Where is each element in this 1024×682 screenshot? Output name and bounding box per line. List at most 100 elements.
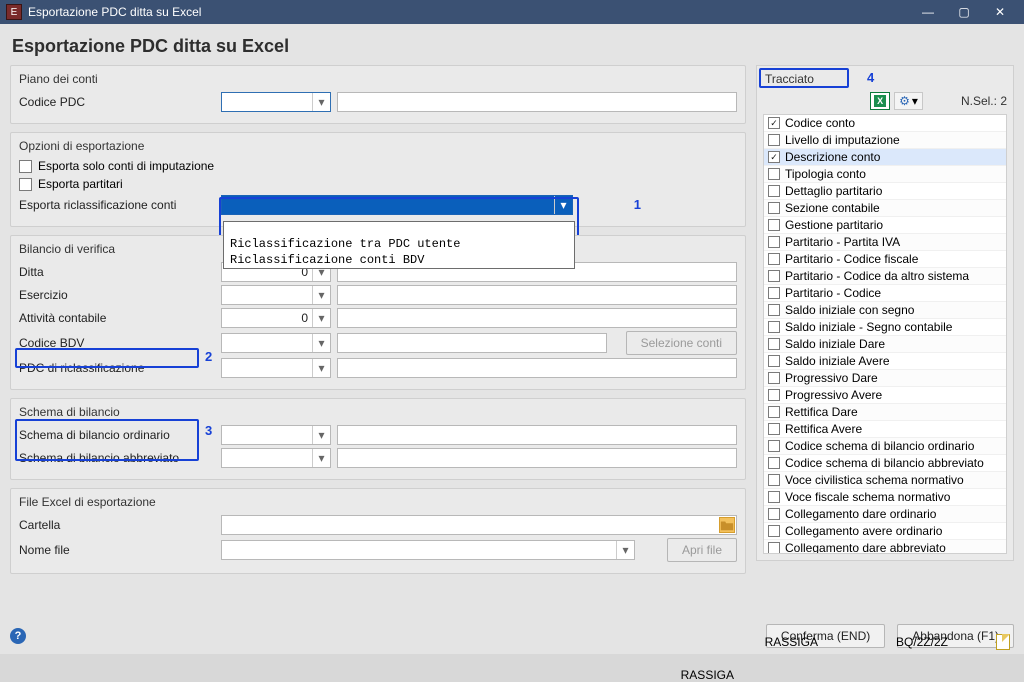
schema-abbr-combo[interactable]: ▾: [221, 448, 331, 468]
codice-pdc-desc[interactable]: [337, 92, 737, 112]
tracciato-item-label: Progressivo Avere: [785, 388, 882, 402]
pdc-riclass-desc[interactable]: [337, 358, 737, 378]
excel-icon[interactable]: X: [870, 92, 890, 110]
tracciato-item[interactable]: Progressivo Avere: [764, 387, 1006, 404]
pdc-riclass-combo[interactable]: ▾: [221, 358, 331, 378]
tracciato-item[interactable]: Tipologia conto: [764, 166, 1006, 183]
browse-folder-icon[interactable]: [719, 517, 735, 533]
document-icon[interactable]: [996, 634, 1010, 650]
tracciato-item[interactable]: ✓Descrizione conto: [764, 149, 1006, 166]
tracciato-item[interactable]: Collegamento avere ordinario: [764, 523, 1006, 540]
chevron-down-icon: ▾: [312, 334, 330, 352]
tracciato-list[interactable]: ✓Codice contoLivello di imputazione✓Desc…: [763, 114, 1007, 554]
codice-pdc-label: Codice PDC: [19, 95, 215, 109]
tracciato-config-button[interactable]: ⚙ ▾: [894, 92, 923, 110]
codice-bdv-combo[interactable]: ▾: [221, 333, 331, 353]
riclass-combo[interactable]: ▾: [221, 195, 573, 215]
checkbox-icon: [768, 491, 780, 503]
tracciato-item-label: Saldo iniziale - Segno contabile: [785, 320, 952, 334]
selezione-conti-button[interactable]: Selezione conti: [626, 331, 737, 355]
attivita-label: Attività contabile: [19, 311, 215, 325]
annotation-3: 3: [205, 423, 212, 438]
checkbox-icon: [768, 355, 780, 367]
tracciato-item[interactable]: Dettaglio partitario: [764, 183, 1006, 200]
tracciato-item-label: Codice schema di bilancio abbreviato: [785, 456, 984, 470]
tracciato-item-label: Dettaglio partitario: [785, 184, 882, 198]
tracciato-item[interactable]: Codice schema di bilancio abbreviato: [764, 455, 1006, 472]
tracciato-item-label: Partitario - Codice fiscale: [785, 252, 918, 266]
annotation-2: 2: [205, 349, 212, 364]
tracciato-item[interactable]: ✓Codice conto: [764, 115, 1006, 132]
codice-bdv-label: Codice BDV: [19, 336, 215, 350]
chk-imputazione[interactable]: Esporta solo conti di imputazione: [19, 159, 737, 173]
checkbox-icon: [768, 457, 780, 469]
tracciato-title: Tracciato: [763, 68, 1007, 92]
codice-pdc-combo[interactable]: ▾: [221, 92, 331, 112]
tracciato-item-label: Gestione partitario: [785, 218, 883, 232]
tracciato-item-label: Descrizione conto: [785, 150, 880, 164]
tracciato-item[interactable]: Gestione partitario: [764, 217, 1006, 234]
esercizio-desc[interactable]: [337, 285, 737, 305]
checkbox-icon: [768, 474, 780, 486]
status-user: RASSIGA: [765, 635, 818, 649]
dropdown-item[interactable]: Riclassificazione tra PDC utente: [224, 236, 574, 252]
tracciato-item-label: Collegamento dare abbreviato: [785, 541, 946, 554]
nomefile-combo[interactable]: ▾: [221, 540, 635, 560]
codice-bdv-desc[interactable]: [337, 333, 607, 353]
chevron-down-icon: ▾: [912, 94, 918, 108]
status-user: RASSIGA: [681, 668, 734, 682]
tracciato-item-label: Partitario - Partita IVA: [785, 235, 900, 249]
tracciato-item[interactable]: Progressivo Dare: [764, 370, 1006, 387]
tracciato-item-label: Codice conto: [785, 116, 855, 130]
tracciato-item[interactable]: Rettifica Avere: [764, 421, 1006, 438]
tracciato-item[interactable]: Rettifica Dare: [764, 404, 1006, 421]
cartella-input[interactable]: [221, 515, 737, 535]
status-code: BQ/2Z/2Z: [896, 635, 948, 649]
dropdown-item[interactable]: [224, 222, 574, 236]
minimize-button[interactable]: —: [910, 0, 946, 24]
tracciato-item[interactable]: Partitario - Codice da altro sistema: [764, 268, 1006, 285]
close-button[interactable]: ✕: [982, 0, 1018, 24]
tracciato-item[interactable]: Saldo iniziale Avere: [764, 353, 1006, 370]
tracciato-item[interactable]: Sezione contabile: [764, 200, 1006, 217]
chk-partitari[interactable]: Esporta partitari: [19, 177, 737, 191]
group-title: Piano dei conti: [19, 70, 737, 86]
checkbox-icon: [768, 236, 780, 248]
tracciato-item[interactable]: Partitario - Codice fiscale: [764, 251, 1006, 268]
apri-file-button[interactable]: Apri file: [667, 538, 737, 562]
tracciato-item[interactable]: Collegamento dare abbreviato: [764, 540, 1006, 554]
riclass-label: Esporta riclassificazione conti: [19, 198, 215, 212]
chevron-down-icon: ▾: [312, 449, 330, 467]
help-icon[interactable]: ?: [10, 628, 26, 644]
tracciato-item[interactable]: Saldo iniziale Dare: [764, 336, 1006, 353]
checkbox-icon: [768, 423, 780, 435]
tracciato-item[interactable]: Saldo iniziale con segno: [764, 302, 1006, 319]
tracciato-item[interactable]: Partitario - Codice: [764, 285, 1006, 302]
tracciato-item[interactable]: Collegamento dare ordinario: [764, 506, 1006, 523]
tracciato-item[interactable]: Codice schema di bilancio ordinario: [764, 438, 1006, 455]
attivita-desc[interactable]: [337, 308, 737, 328]
dropdown-item[interactable]: Riclassificazione conti BDV: [224, 252, 574, 268]
tracciato-item[interactable]: Partitario - Partita IVA: [764, 234, 1006, 251]
nomefile-label: Nome file: [19, 543, 215, 557]
checkbox-icon: [768, 508, 780, 520]
schema-ord-combo[interactable]: ▾: [221, 425, 331, 445]
esercizio-combo[interactable]: ▾: [221, 285, 331, 305]
tracciato-item[interactable]: Voce civilistica schema normativo: [764, 472, 1006, 489]
chk-label: Esporta partitari: [38, 177, 123, 191]
maximize-button[interactable]: ▢: [946, 0, 982, 24]
group-title: File Excel di esportazione: [19, 493, 737, 509]
checkbox-icon: [768, 542, 780, 554]
tracciato-item-label: Saldo iniziale Dare: [785, 337, 885, 351]
tracciato-item[interactable]: Livello di imputazione: [764, 132, 1006, 149]
checkbox-icon: [768, 338, 780, 350]
tracciato-item[interactable]: Saldo iniziale - Segno contabile: [764, 319, 1006, 336]
group-file-excel: File Excel di esportazione Cartella Nome…: [10, 488, 746, 574]
tracciato-item-label: Saldo iniziale Avere: [785, 354, 890, 368]
chevron-down-icon: ▾: [312, 309, 330, 327]
schema-abbr-desc[interactable]: [337, 448, 737, 468]
schema-ord-desc[interactable]: [337, 425, 737, 445]
attivita-combo[interactable]: 0▾: [221, 308, 331, 328]
chevron-down-icon: ▾: [312, 286, 330, 304]
tracciato-item[interactable]: Voce fiscale schema normativo: [764, 489, 1006, 506]
